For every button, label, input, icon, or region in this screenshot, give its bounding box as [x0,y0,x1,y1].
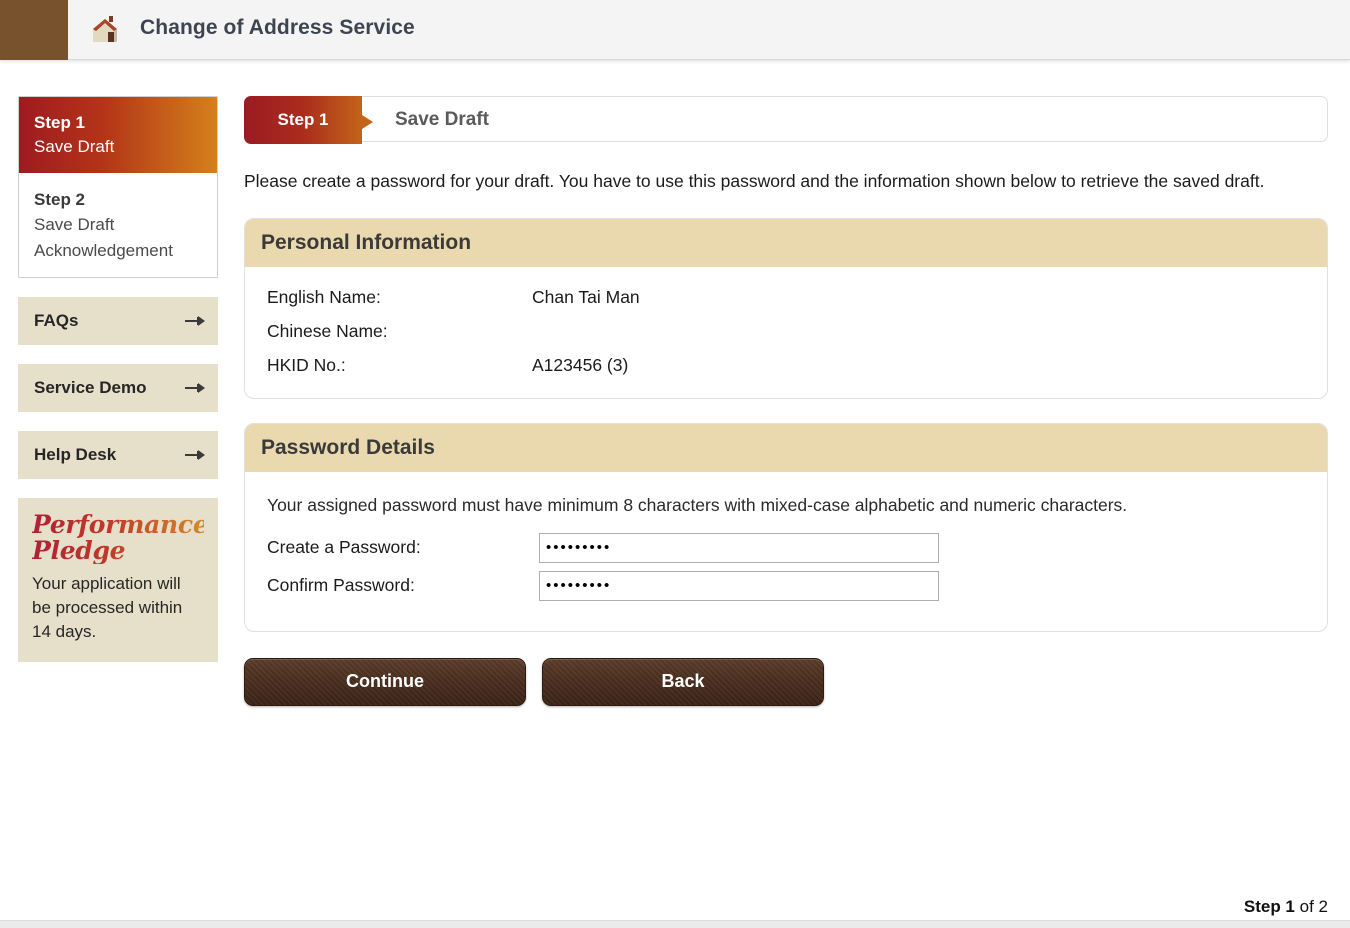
hkid-no-label: HKID No.: [267,355,346,376]
sidebar-item-step-2[interactable]: Step 2 Save Draft Acknowledgement [19,173,217,276]
sidebar-item-help-desk[interactable]: Help Desk [18,430,218,479]
password-details-panel: Password Details Your assigned password … [244,423,1328,632]
password-details-body: Your assigned password must have minimum… [245,472,1327,630]
sidebar-help-desk-label: Help Desk [34,444,117,464]
sidebar-item-faqs[interactable]: FAQs [18,296,218,345]
create-password-label: Create a Password: [267,537,421,557]
step-breadcrumb-title: Save Draft [395,109,489,130]
action-buttons: Continue Back [244,657,1328,706]
sidebar-item-step-1[interactable]: Step 1 Save Draft [19,97,217,174]
performance-pledge-title-line1: Performance [32,509,209,539]
sidebar-step-1-description: Save Draft [34,137,115,157]
password-details-heading: Password Details [261,436,435,460]
expand-arrow-icon [184,381,206,395]
house-icon [84,9,126,51]
table-row: HKID No.: A123456 (3) [267,355,1327,376]
personal-information-panel: Personal Information English Name: Chan … [244,218,1328,400]
performance-pledge-title: Performance Pledge [32,512,204,564]
expand-arrow-icon [184,448,206,462]
footer-step-current: Step 1 [1243,897,1295,916]
english-name-value: Chan Tai Man [532,287,640,308]
password-requirements-note: Your assigned password must have minimum… [267,495,1128,516]
page-title: Change of Address Service [140,16,415,39]
chinese-name-label: Chinese Name: [267,321,388,342]
table-row: English Name: Chan Tai Man [267,287,1327,308]
personal-information-header: Personal Information [245,219,1327,268]
english-name-label: English Name: [267,287,381,308]
expand-arrow-icon [184,314,206,328]
footer-step-total: of 2 [1294,897,1328,916]
confirm-password-label: Confirm Password: [267,575,415,595]
app-header: Change of Address Service [0,0,1350,60]
table-row: Chinese Name: [267,321,1327,342]
personal-information-heading: Personal Information [261,231,472,255]
back-button[interactable]: Back [542,657,824,706]
personal-information-body: English Name: Chan Tai Man Chinese Name:… [245,267,1327,398]
confirm-password-input[interactable]: ••••••••• [539,570,939,601]
header-brown-block [0,0,68,60]
password-details-header: Password Details [245,424,1327,473]
step-breadcrumb-tab: Step 1 [244,96,362,144]
step-breadcrumb-tab-label: Step 1 [277,110,329,129]
main-content: Step 1 Save Draft Please create a passwo… [244,96,1328,706]
create-password-row: Create a Password: ••••••••• [267,532,1327,563]
performance-pledge-panel: Performance Pledge Your application will… [18,497,218,663]
step-breadcrumb-arrow-icon [362,115,373,129]
sidebar-step-1-number: Step 1 [34,113,86,132]
sidebar-step-2-number: Step 2 [34,190,86,210]
performance-pledge-text: Your application will be processed withi… [32,573,183,641]
sidebar-step-2-description: Save Draft Acknowledgement [34,215,173,260]
continue-button[interactable]: Continue [244,657,526,706]
intro-text: Please create a password for your draft.… [244,171,1265,191]
sidebar-item-service-demo[interactable]: Service Demo [18,363,218,412]
confirm-password-row: Confirm Password: ••••••••• [267,570,1327,601]
create-password-input[interactable]: ••••••••• [539,532,939,563]
footer-step-indicator: Step 1 of 2 [1244,897,1328,917]
sidebar: Step 1 Save Draft Step 2 Save Draft Ackn… [18,96,218,663]
footer-bar [0,920,1350,928]
sidebar-step-group: Step 1 Save Draft Step 2 Save Draft Ackn… [18,96,218,278]
sidebar-service-demo-label: Service Demo [34,377,147,397]
performance-pledge-title-line2: Pledge [32,535,126,565]
hkid-no-value: A123456 (3) [532,355,629,376]
step-breadcrumb-bar: Step 1 Save Draft [244,96,1328,144]
sidebar-faqs-label: FAQs [34,310,79,330]
